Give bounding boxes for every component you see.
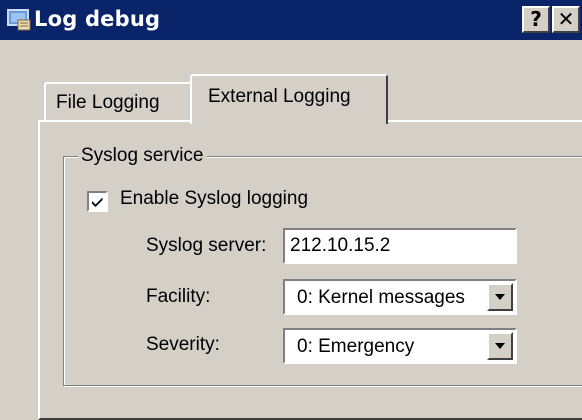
severity-select[interactable]: 0: Emergency	[283, 328, 517, 364]
tab-external-logging[interactable]: External Logging	[190, 74, 388, 124]
checkmark-icon	[92, 197, 103, 207]
enable-syslog-label[interactable]: Enable Syslog logging	[120, 188, 308, 210]
severity-dropdown-button[interactable]	[487, 332, 513, 360]
facility-value: 0: Kernel messages	[297, 287, 465, 308]
help-button[interactable]: ?	[522, 6, 550, 33]
syslog-service-group-label: Syslog service	[78, 145, 207, 167]
syslog-server-value: 212.10.15.2	[290, 235, 391, 256]
title-bar[interactable]: Log debug ? ✕	[0, 0, 582, 40]
tab-external-logging-label: External Logging	[208, 86, 351, 107]
facility-dropdown-button[interactable]	[487, 283, 513, 311]
tab-file-logging-label: File Logging	[56, 92, 160, 113]
chevron-down-icon	[495, 343, 505, 349]
facility-select[interactable]: 0: Kernel messages	[283, 279, 517, 315]
facility-label: Facility:	[146, 286, 211, 307]
app-icon[interactable]	[6, 8, 32, 32]
tab-file-logging[interactable]: File Logging	[44, 82, 192, 120]
chevron-down-icon	[495, 294, 505, 300]
close-button[interactable]: ✕	[552, 6, 580, 33]
syslog-server-input[interactable]: 212.10.15.2	[283, 228, 517, 264]
severity-label: Severity:	[146, 334, 220, 355]
severity-value: 0: Emergency	[297, 336, 415, 357]
window-title: Log debug	[34, 7, 161, 31]
syslog-server-label: Syslog server:	[146, 235, 267, 256]
enable-syslog-checkbox[interactable]	[87, 191, 108, 212]
